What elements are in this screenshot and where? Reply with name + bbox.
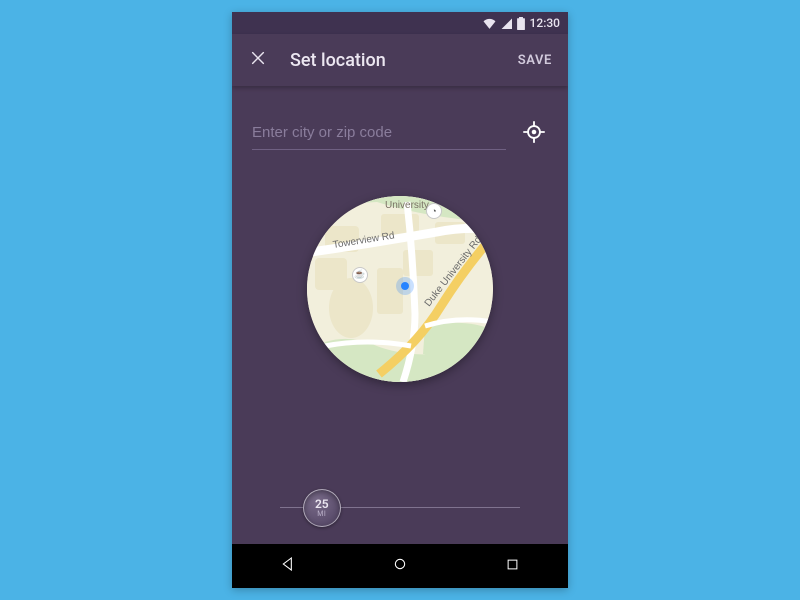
search-field-wrap — [252, 118, 506, 150]
close-button[interactable] — [244, 46, 272, 74]
slider-value: 25 — [315, 498, 329, 510]
location-input[interactable] — [252, 118, 506, 150]
map-graphic — [307, 196, 493, 382]
cell-signal-icon — [501, 18, 512, 29]
slider-track: 25 MI — [280, 507, 520, 508]
search-row — [252, 118, 548, 150]
poi-icon: ◔ — [427, 204, 441, 218]
phone-frame: 12:30 Set location SAVE — [232, 12, 568, 588]
android-nav-bar — [232, 544, 568, 588]
user-location-dot — [401, 282, 409, 290]
nav-recent-button[interactable] — [490, 544, 534, 588]
status-bar: 12:30 — [232, 12, 568, 34]
map-container: Towerview Rd Duke University Rd Universi… — [252, 196, 548, 382]
radius-slider[interactable]: 25 MI — [280, 507, 520, 508]
close-icon — [250, 50, 266, 70]
map-poi-university: University — [385, 200, 429, 211]
wifi-icon — [483, 18, 496, 29]
content-area: Towerview Rd Duke University Rd Universi… — [232, 86, 568, 544]
back-icon — [280, 556, 296, 576]
poi-icon: ☕ — [353, 268, 367, 282]
crosshair-icon — [523, 121, 545, 147]
save-button[interactable]: SAVE — [514, 45, 556, 76]
recent-icon — [505, 557, 520, 576]
nav-home-button[interactable] — [378, 544, 422, 588]
map-preview[interactable]: Towerview Rd Duke University Rd Universi… — [307, 196, 493, 382]
app-bar: Set location SAVE — [232, 34, 568, 86]
status-time: 12:30 — [530, 16, 560, 30]
locate-me-button[interactable] — [520, 120, 548, 148]
slider-thumb[interactable]: 25 MI — [303, 489, 341, 527]
slider-unit: MI — [317, 511, 326, 518]
page-title: Set location — [290, 50, 514, 71]
home-icon — [392, 556, 408, 576]
battery-icon — [517, 17, 525, 30]
nav-back-button[interactable] — [266, 544, 310, 588]
